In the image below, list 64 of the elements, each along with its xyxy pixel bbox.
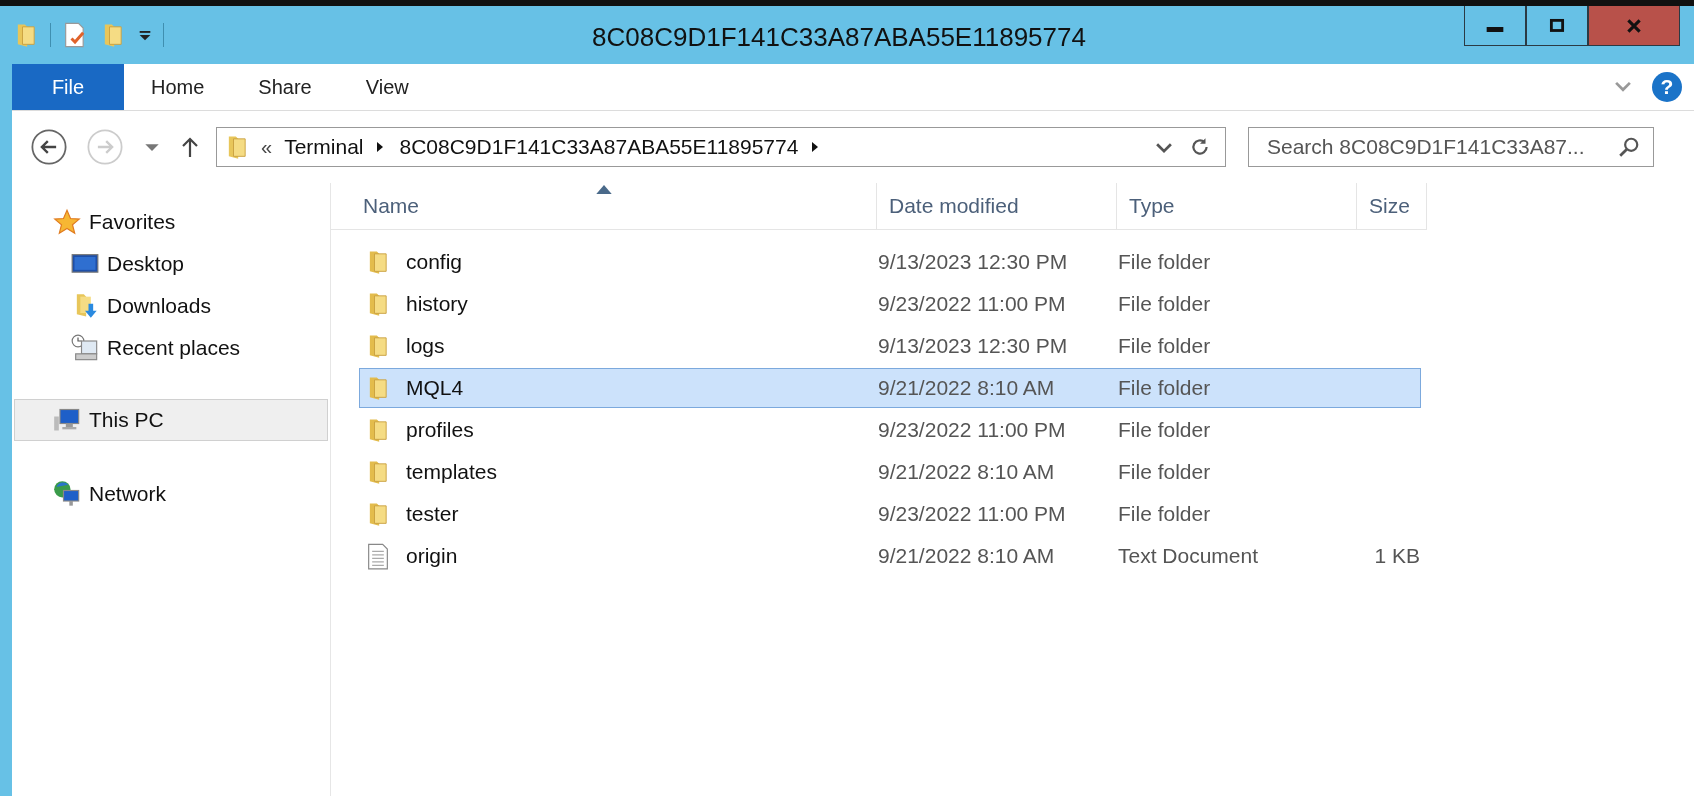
file-row[interactable]: tester 9/23/2022 11:00 PM File folder: [359, 494, 1421, 534]
type-cell: File folder: [1118, 460, 1211, 484]
sidebar-item[interactable]: Recent places: [14, 327, 328, 369]
file-tab[interactable]: File: [12, 64, 124, 110]
sidebar-item[interactable]: Network: [14, 473, 328, 515]
breadcrumb-item[interactable]: Terminal: [284, 135, 364, 159]
date-cell: 9/13/2023 12:30 PM: [878, 334, 1068, 358]
column-header[interactable]: Size: [1357, 183, 1427, 229]
file-row[interactable]: history 9/23/2022 11:00 PM File folder: [359, 284, 1421, 324]
window-title: 8C08C9D1F141C33A87ABA55E11895774: [591, 20, 1087, 53]
minimize-button[interactable]: [1464, 6, 1526, 46]
address-bar[interactable]: « Terminal 8C08C9D1F141C33A87ABA55E11895774: [216, 127, 1226, 167]
file-name: history: [406, 292, 468, 316]
date-cell: 9/23/2022 11:00 PM: [878, 292, 1066, 316]
file-name: MQL4: [406, 376, 464, 400]
file-row[interactable]: MQL4 9/21/2022 8:10 AM File folder: [359, 368, 1421, 408]
file-name: origin: [406, 544, 458, 568]
sidebar-item[interactable]: Downloads: [14, 285, 328, 327]
type-cell: File folder: [1118, 334, 1211, 358]
computer-icon: [53, 406, 81, 434]
sidebar-item[interactable]: This PC: [14, 399, 328, 441]
file-row[interactable]: logs 9/13/2023 12:30 PM File folder: [359, 326, 1421, 366]
type-cell: Text Document: [1118, 544, 1259, 568]
type-cell: File folder: [1118, 418, 1211, 442]
recent-places-icon: [71, 334, 99, 362]
refresh-icon[interactable]: [1189, 136, 1211, 158]
file-name: profiles: [406, 418, 474, 442]
date-cell: 9/21/2022 8:10 AM: [878, 544, 1055, 568]
close-icon: [1625, 16, 1643, 35]
date-cell: 9/23/2022 11:00 PM: [878, 502, 1066, 526]
sidebar-item[interactable]: Desktop: [14, 243, 328, 285]
column-header[interactable]: Date modified: [877, 183, 1117, 229]
sort-arrow-icon: [595, 185, 612, 194]
file-row[interactable]: origin 9/21/2022 8:10 AM Text Document 1 KB: [359, 536, 1421, 576]
minimize-icon: [1486, 27, 1504, 32]
file-name: templates: [406, 460, 498, 484]
file-row[interactable]: templates 9/21/2022 8:10 AM File folder: [359, 452, 1421, 492]
type-cell: File folder: [1118, 250, 1211, 274]
file-name: logs: [406, 334, 445, 358]
date-cell: 9/21/2022 8:10 AM: [878, 376, 1055, 400]
size-cell: 1 KB: [1374, 544, 1420, 568]
file-name: tester: [406, 502, 459, 526]
file-row[interactable]: config 9/13/2023 12:30 PM File folder: [359, 242, 1421, 282]
network-icon: [53, 480, 81, 508]
search-field[interactable]: Search 8C08C9D1F141C33A87...: [1248, 127, 1654, 167]
type-cell: File folder: [1118, 502, 1211, 526]
sidebar-item[interactable]: Favorites: [14, 201, 328, 243]
date-cell: 9/13/2023 12:30 PM: [878, 250, 1068, 274]
file-row[interactable]: profiles 9/23/2022 11:00 PM File folder: [359, 410, 1421, 450]
date-cell: 9/23/2022 11:00 PM: [878, 418, 1066, 442]
maximize-icon: [1548, 16, 1566, 35]
type-cell: File folder: [1118, 292, 1211, 316]
search-icon: [1618, 136, 1640, 158]
maximize-button[interactable]: [1526, 6, 1588, 46]
column-header[interactable]: Name: [331, 183, 877, 229]
file-name: config: [406, 250, 463, 274]
breadcrumb-item[interactable]: 8C08C9D1F141C33A87ABA55E11895774: [399, 135, 799, 159]
type-cell: File folder: [1118, 376, 1211, 400]
back-icon[interactable]: [30, 128, 68, 166]
date-cell: 9/21/2022 8:10 AM: [878, 460, 1055, 484]
help-button[interactable]: ?: [1652, 72, 1682, 102]
column-header[interactable]: Type: [1117, 183, 1357, 229]
star-icon: [53, 208, 81, 236]
overflow-chevrons[interactable]: «: [261, 135, 273, 159]
